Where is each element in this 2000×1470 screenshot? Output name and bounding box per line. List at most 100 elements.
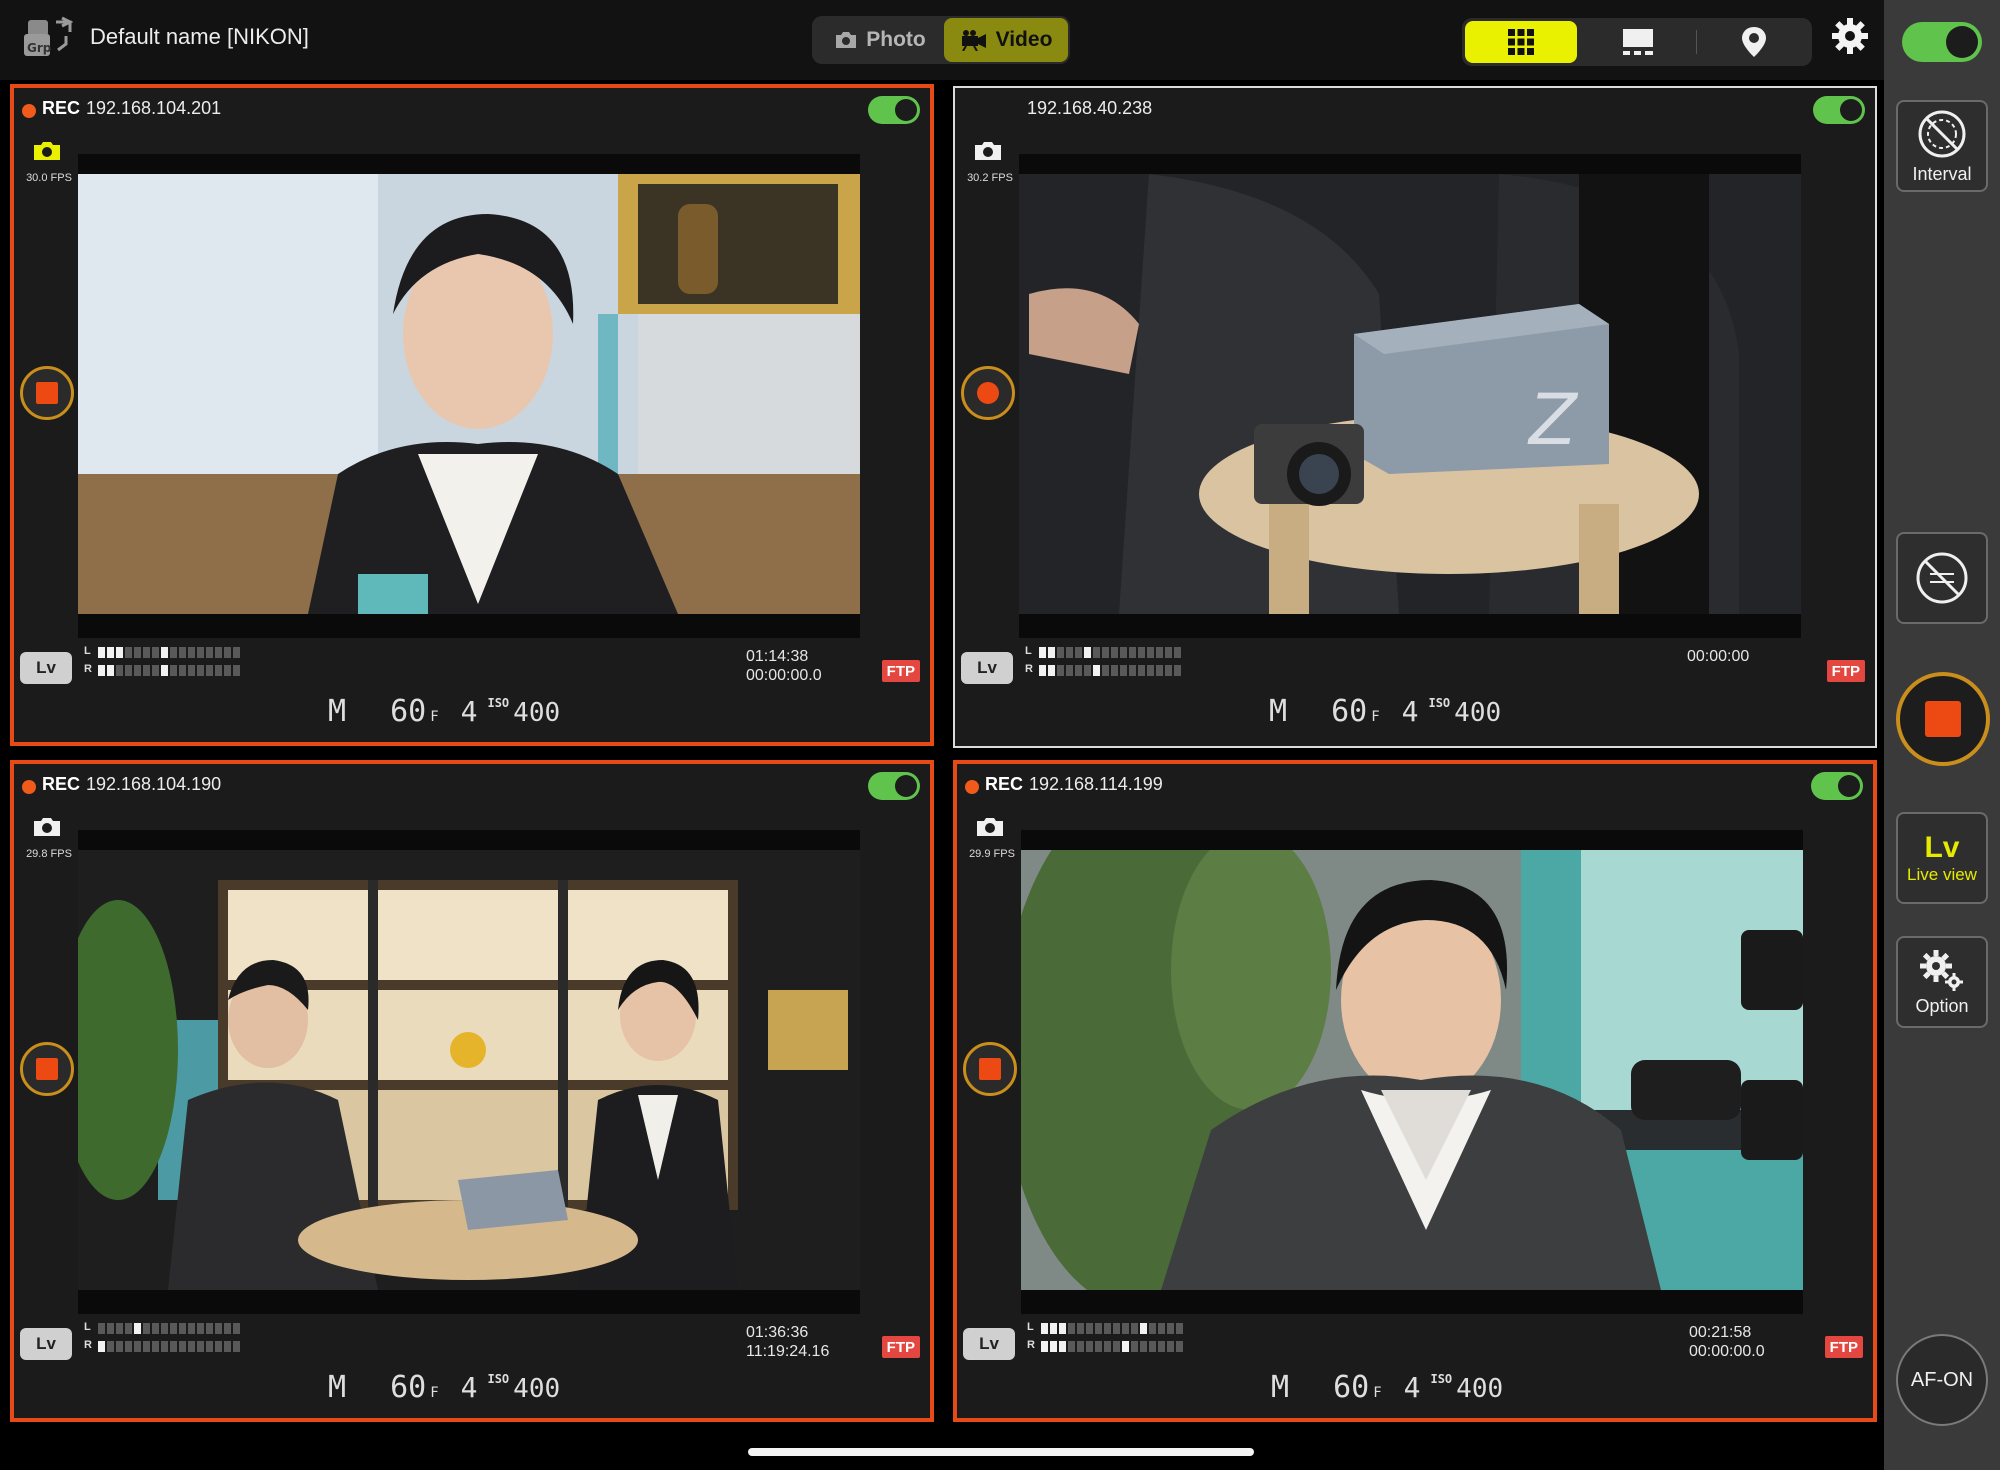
level-segment: [125, 647, 132, 658]
camera-panel-3[interactable]: REC 192.168.104.190 29.8 FPS Lv L R 01:3…: [10, 760, 934, 1422]
svg-text:Grp: Grp: [27, 41, 52, 55]
video-mode-button[interactable]: Video: [944, 18, 1068, 62]
level-segment: [1050, 1341, 1057, 1352]
level-segment: [143, 1323, 150, 1334]
top-bar: Grp Default name [NIKON] Photo Video: [0, 0, 1884, 80]
exposure-mode: M: [1271, 1370, 1290, 1405]
level-segment: [1068, 1341, 1075, 1352]
level-segment: [188, 647, 195, 658]
frame-rate-readout: 29.8 FPS: [26, 848, 72, 860]
rec-label: REC: [985, 774, 1024, 794]
level-segment: [1167, 1341, 1174, 1352]
af-on-button[interactable]: AF-ON: [1896, 1334, 1988, 1426]
still-capture-button[interactable]: [32, 816, 62, 838]
level-segment: [1102, 665, 1109, 676]
level-segment: [170, 1341, 177, 1352]
camera-record-button[interactable]: [20, 366, 74, 420]
camera-panel-1[interactable]: REC 192.168.104.201 30.0 FPS Lv L R 01:1…: [10, 84, 934, 746]
aperture-value: 4: [460, 1371, 478, 1404]
live-view-feed[interactable]: Z: [1019, 154, 1801, 638]
level-segment: [1084, 665, 1091, 676]
frame-rate-readout: 30.0 FPS: [26, 172, 72, 184]
location-view-button[interactable]: [1699, 21, 1809, 63]
master-power-toggle[interactable]: [1902, 22, 1982, 62]
photo-mode-button[interactable]: Photo: [816, 18, 944, 62]
level-segment: [1041, 1341, 1048, 1352]
camera-icon: [34, 818, 60, 836]
level-segment: [197, 665, 204, 676]
camera-enable-toggle[interactable]: [1811, 772, 1863, 800]
camera-panel-2[interactable]: 192.168.40.238 30.2 FPS Z Lv L R 00:00:0…: [953, 86, 1877, 748]
level-segment: [1140, 1341, 1147, 1352]
level-segment: [1131, 1341, 1138, 1352]
video-preview-image: [78, 174, 860, 614]
live-view-feed[interactable]: [78, 830, 860, 1314]
live-view-feed[interactable]: [78, 154, 860, 638]
disabled-function-button[interactable]: [1896, 532, 1988, 624]
settings-button[interactable]: [1830, 16, 1870, 56]
camera-enable-toggle[interactable]: [868, 96, 920, 124]
camera-record-button[interactable]: [961, 366, 1015, 420]
video-preview-image: [78, 850, 860, 1290]
still-capture-button[interactable]: [32, 140, 62, 162]
live-view-toggle-button[interactable]: Lv: [20, 652, 72, 684]
level-segment: [1102, 647, 1109, 658]
live-view-button[interactable]: Lv Live view: [1896, 812, 1988, 904]
live-view-toggle-button[interactable]: Lv: [961, 652, 1013, 684]
level-segment: [98, 665, 105, 676]
level-segment: [1113, 1341, 1120, 1352]
camera-enable-toggle[interactable]: [1813, 96, 1865, 124]
grid-view-button[interactable]: [1465, 21, 1577, 63]
level-segment: [206, 1323, 213, 1334]
level-segment: [1066, 665, 1073, 676]
rec-indicator-dot: [22, 104, 36, 118]
interval-button[interactable]: Interval: [1896, 100, 1988, 192]
device-name[interactable]: Default name [NIKON]: [90, 24, 309, 50]
shutter-speed: 60: [390, 1370, 427, 1405]
level-segment: [1048, 647, 1055, 658]
level-segment: [125, 665, 132, 676]
level-segment: [233, 1323, 240, 1334]
rec-indicator-dot: [965, 780, 979, 794]
camera-record-button[interactable]: [20, 1042, 74, 1096]
ftp-status-badge: FTP: [881, 660, 920, 682]
level-segment: [1120, 647, 1127, 658]
option-gears-icon: [1920, 949, 1963, 991]
still-capture-button[interactable]: [975, 816, 1005, 838]
still-capture-button[interactable]: [973, 140, 1003, 162]
live-view-feed[interactable]: [1021, 830, 1803, 1314]
view-layout-switch: [1462, 18, 1812, 66]
camera-ip-address: 192.168.104.201: [86, 98, 222, 118]
timecode-counter: 00:00:00.0: [746, 667, 822, 684]
level-segment: [170, 647, 177, 658]
exposure-info: M 60 F 4 ISO 400: [328, 1370, 560, 1410]
level-segment: [1129, 647, 1136, 658]
level-segment: [1111, 647, 1118, 658]
camera-group-icon[interactable]: Grp: [22, 12, 76, 60]
level-segment: [1113, 1323, 1120, 1334]
level-segment: [161, 1341, 168, 1352]
home-indicator[interactable]: [748, 1448, 1254, 1456]
live-view-toggle-button[interactable]: Lv: [963, 1328, 1015, 1360]
level-segment: [1084, 647, 1091, 658]
live-view-toggle-button[interactable]: Lv: [20, 1328, 72, 1360]
level-segment: [224, 1323, 231, 1334]
level-segment: [188, 665, 195, 676]
option-button[interactable]: Option: [1896, 936, 1988, 1028]
level-segment: [1039, 665, 1046, 676]
level-segment: [161, 665, 168, 676]
single-view-button[interactable]: [1582, 21, 1694, 63]
level-segment: [152, 1323, 159, 1334]
shutter-speed: 60: [1331, 694, 1368, 729]
audio-meter-left: L: [1025, 645, 1225, 660]
level-segment: [170, 665, 177, 676]
aperture-f-label: F: [430, 1385, 439, 1401]
camera-record-button[interactable]: [963, 1042, 1017, 1096]
camera-enable-toggle[interactable]: [868, 772, 920, 800]
level-segment: [206, 665, 213, 676]
camera-panel-4[interactable]: REC 192.168.114.199 29.9 FPS Lv L R 00:2…: [953, 760, 1877, 1422]
level-segment: [1149, 1323, 1156, 1334]
level-segment: [1131, 1323, 1138, 1334]
record-all-button[interactable]: [1896, 672, 1990, 766]
level-segment: [116, 665, 123, 676]
